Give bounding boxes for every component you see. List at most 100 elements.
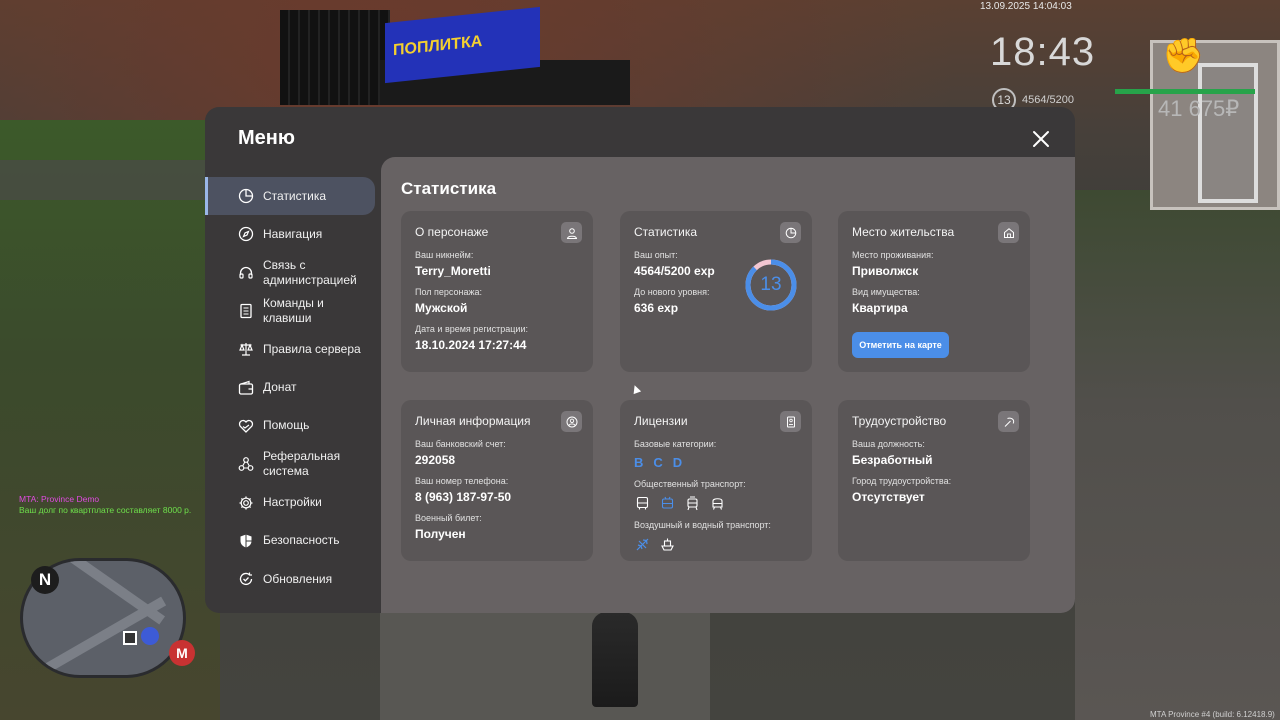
sidebar-item-updates[interactable]: Обновления	[205, 560, 381, 598]
plane-icon	[634, 536, 650, 552]
sidebar-item-donate[interactable]: Донат	[205, 368, 381, 406]
background-tower	[280, 10, 390, 105]
boat-icon	[659, 536, 675, 552]
metro-icon: M	[169, 640, 195, 666]
military-value: Получен	[415, 527, 466, 541]
chat-line: MTA: Province Demo	[19, 494, 100, 504]
sidebar-item-navigation[interactable]: Навигация	[205, 215, 381, 253]
card-title: О персонаже	[415, 225, 489, 239]
headset-icon	[237, 264, 255, 282]
stats-icon	[780, 222, 801, 243]
card-stats: Статистика Ваш опыт: 4564/5200 exp До но…	[620, 211, 812, 372]
card-title: Личная информация	[415, 414, 531, 428]
card-employment: Трудоустройство Ваша должность: Безработ…	[838, 400, 1030, 561]
compass-icon	[237, 225, 255, 243]
field-label: Ваш номер телефона:	[415, 476, 509, 486]
sidebar-item-help[interactable]: Помощь	[205, 407, 381, 445]
field-label: Ваш банковский счет:	[415, 439, 506, 449]
field-label: Город трудоустройства:	[852, 476, 952, 486]
field-label: Общественный транспорт:	[634, 479, 746, 489]
page-title: Статистика	[401, 179, 497, 198]
shield-icon	[237, 532, 255, 550]
sidebar-item-rules[interactable]: Правила сервера	[205, 330, 381, 368]
update-icon	[237, 570, 255, 588]
level-progress-ring: 13	[743, 257, 799, 313]
stats-icon	[237, 187, 255, 205]
nickname-value: Terry_Moretti	[415, 264, 491, 278]
hud-exp: 4564/5200	[1022, 94, 1074, 106]
sidebar-item-referral[interactable]: Реферальная система	[205, 445, 381, 483]
sidebar: Статистика Навигация Связь с администрац…	[205, 177, 381, 598]
card-licenses: Лицензии Базовые категории: B C D Общест…	[620, 400, 812, 561]
card-character: О персонаже Ваш никнейм: Terry_Moretti П…	[401, 211, 593, 372]
property-value: Квартира	[852, 301, 908, 315]
menu-window: Меню Статистика Навигация Связь с админи…	[205, 107, 1075, 613]
hud-money: 41 675₽	[1158, 96, 1240, 121]
bank-value: 292058	[415, 453, 456, 467]
player-marker-icon	[123, 631, 137, 645]
gender-value: Мужской	[415, 301, 468, 315]
pickaxe-icon	[998, 411, 1019, 432]
sidebar-item-label: Обновления	[263, 571, 333, 586]
close-icon	[1033, 131, 1049, 147]
sidebar-item-label: Помощь	[263, 418, 310, 433]
card-title: Статистика	[634, 225, 698, 239]
field-label: Ваш никнейм:	[415, 250, 474, 260]
north-icon: N	[31, 566, 59, 594]
sidebar-item-label: Статистика	[263, 188, 327, 203]
license-categories: B C D	[634, 455, 799, 470]
close-button[interactable]	[1029, 127, 1053, 151]
license-category: B	[634, 455, 644, 470]
field-label: Место проживания:	[852, 250, 934, 260]
content-panel: Статистика О персонаже Ваш никнейм: Terr…	[381, 157, 1075, 613]
home-icon	[998, 222, 1019, 243]
sidebar-item-label: Навигация	[263, 226, 323, 241]
sidebar-item-label: Донат	[263, 380, 297, 395]
air-water-transport-icons	[634, 536, 799, 552]
scales-icon	[237, 340, 255, 358]
sidebar-item-label: Правила сервера	[263, 341, 361, 356]
heart-hand-icon	[237, 417, 255, 435]
bus-icon	[634, 495, 650, 511]
chat-line: Ваш долг по квартплате составляет 8000 р…	[19, 505, 192, 515]
sidebar-item-label: Безопасность	[263, 533, 340, 548]
sidebar-item-security[interactable]: Безопасность	[205, 522, 381, 560]
field-label: Ваша должность:	[852, 439, 925, 449]
license-icon	[780, 411, 801, 432]
public-transport-icons	[634, 495, 799, 511]
metro-train-icon	[709, 495, 725, 511]
sidebar-item-commands[interactable]: Команды и клавиши	[205, 292, 381, 330]
sidebar-item-label: Реферальная система	[263, 449, 341, 479]
field-label: Военный билет:	[415, 513, 482, 523]
card-title: Место жительства	[852, 225, 955, 239]
gear-icon	[237, 494, 255, 512]
card-title: Лицензии	[634, 414, 688, 428]
trolleybus-icon	[659, 495, 675, 511]
sidebar-item-label: Команды и клавиши	[263, 296, 324, 326]
hud-datetime: 13.09.2025 14:04:03	[980, 1, 1072, 12]
background-sidewalk	[380, 612, 710, 720]
mark-on-map-button[interactable]: Отметить на карте	[852, 332, 949, 358]
background-ground	[1075, 190, 1280, 720]
field-label: Вид имущества:	[852, 287, 920, 297]
build-info: MTA Province #4 (build: 6.12418.9)	[1150, 710, 1275, 719]
field-label: Пол персонажа:	[415, 287, 483, 297]
sidebar-item-label: Настройки	[263, 495, 322, 510]
chat-log: MTA: Province Demo Ваш долг по квартплат…	[19, 494, 191, 516]
phone-value: 8 (963) 187-97-50	[415, 490, 512, 504]
profile-icon	[561, 411, 582, 432]
residence-value: Приволжск	[852, 264, 919, 278]
health-bar	[1115, 89, 1255, 94]
map-marker-icon	[141, 627, 159, 645]
wallet-icon	[237, 379, 255, 397]
level-number: 13	[760, 274, 782, 295]
fist-icon: ✊	[1162, 37, 1205, 75]
employment-city-value: Отсутствует	[852, 490, 925, 504]
sidebar-item-stats[interactable]: Статистика	[205, 177, 375, 216]
license-category: D	[672, 455, 683, 470]
field-label: Дата и время регистрации:	[415, 324, 528, 334]
card-residence: Место жительства Место проживания: Приво…	[838, 211, 1030, 372]
referral-icon	[237, 455, 255, 473]
sidebar-item-admin-contact[interactable]: Связь с администрацией	[205, 254, 381, 292]
sidebar-item-settings[interactable]: Настройки	[205, 483, 381, 521]
